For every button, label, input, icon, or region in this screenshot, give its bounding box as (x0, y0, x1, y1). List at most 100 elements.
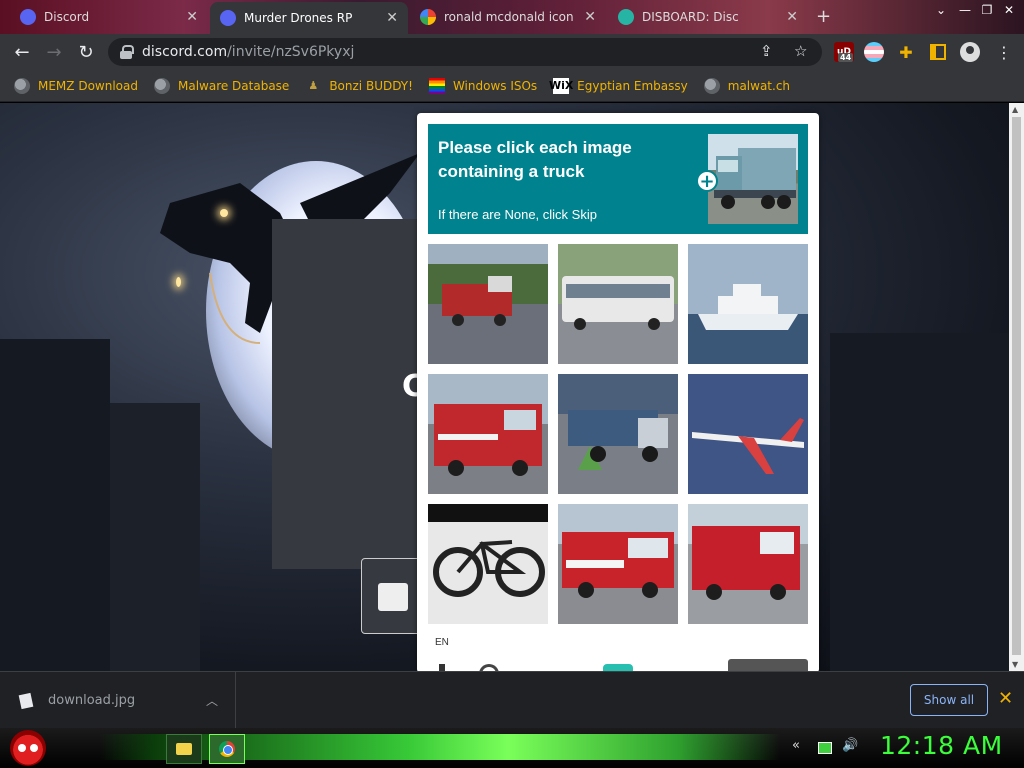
refresh-icon[interactable] (479, 664, 499, 671)
bookmark-windows-isos[interactable]: Windows ISOs (428, 77, 538, 94)
captcha-tile-fire-truck[interactable] (688, 504, 808, 624)
captcha-example-image (708, 134, 798, 224)
url-text[interactable]: discord.com/invite/nzSv6Pkyxj (142, 44, 354, 60)
bookmarks-bar: MEMZ Download Malware Database ♟ Bonzi B… (0, 70, 1024, 102)
info-icon[interactable] (439, 664, 445, 671)
close-icon[interactable]: ✕ (998, 688, 1013, 709)
new-tab-button[interactable]: + (816, 6, 831, 27)
skip-button[interactable] (728, 659, 808, 671)
page-scrollbar[interactable]: ▲ ▼ (1009, 103, 1024, 671)
truck-example-image (714, 148, 796, 209)
close-window-icon[interactable]: ✕ (998, 2, 1020, 18)
google-icon (420, 9, 436, 25)
bookmark-memz-download[interactable]: MEMZ Download (14, 77, 138, 94)
building-silhouette (830, 333, 1010, 671)
chevron-up-icon[interactable]: ︿ (206, 692, 218, 709)
ship-image (688, 244, 808, 364)
volume-icon[interactable]: 🔊 (842, 738, 858, 753)
tab-search-icon[interactable]: ⌄ (930, 2, 952, 18)
captcha-prompt: Please click each image containing a tru… (428, 124, 808, 234)
reload-icon[interactable]: ↻ (74, 40, 98, 64)
tab-close-icon[interactable]: ✕ (584, 9, 596, 25)
captcha-hint: If there are None, click Skip (438, 207, 597, 222)
bookmark-label: malwat.ch (727, 78, 791, 93)
language-selector[interactable]: EN (435, 637, 449, 648)
side-panel-icon[interactable] (930, 44, 946, 60)
bicycle-image (428, 504, 548, 624)
tab-title: DISBOARD: Disc (642, 10, 739, 24)
trans-flag-icon[interactable] (864, 42, 884, 62)
discord-invite-card: C (272, 219, 432, 634)
tab-close-icon[interactable]: ✕ (386, 10, 398, 26)
tray-arrow-icon[interactable]: « (792, 738, 800, 753)
file-explorer-button[interactable] (166, 734, 202, 764)
tab-murder-drones-rp[interactable]: Murder Drones RP ✕ (210, 2, 408, 34)
globe-icon (703, 77, 720, 94)
light-orb (220, 209, 228, 217)
download-item[interactable]: download.jpg ︿ (0, 672, 236, 729)
bookmark-egyptian-embassy[interactable]: WiX Egyptian Embassy (549, 77, 688, 94)
download-bar: download.jpg ︿ Show all ✕ (0, 671, 1024, 729)
forward-arrow-icon[interactable]: → (42, 40, 66, 64)
address-bar[interactable]: discord.com/invite/nzSv6Pkyxj ⇪ ☆ (108, 38, 822, 66)
scrollbar-thumb[interactable] (1012, 117, 1021, 655)
captcha-title: Please click each image containing a tru… (438, 138, 632, 181)
screen: Discord ✕ Murder Drones RP ✕ ronald mcdo… (0, 0, 1024, 768)
tab-discord[interactable]: Discord ✕ (10, 2, 208, 32)
tab-disboard[interactable]: DISBOARD: Disc ✕ (608, 2, 808, 32)
captcha-tile-fire-truck[interactable] (428, 244, 548, 364)
bookmark-label: Malware Database (177, 78, 290, 93)
disboard-icon (618, 9, 634, 25)
rainbow-flag-icon (428, 77, 445, 94)
captcha-tile-truck[interactable] (558, 374, 678, 494)
fire-truck-image (428, 244, 548, 364)
page-viewport: C ▲ ▼ Please click each image containing… (0, 103, 1024, 671)
captcha-tile-fire-truck[interactable] (558, 504, 678, 624)
download-file-name: download.jpg (48, 693, 136, 708)
bookmark-malwatch[interactable]: malwat.ch (703, 77, 791, 94)
captcha-tile-bus[interactable] (558, 244, 678, 364)
menu-dots-icon[interactable]: ⋮ (994, 42, 1014, 62)
restore-icon[interactable]: ❐ (976, 2, 998, 18)
tab-title: Discord (44, 10, 90, 24)
tab-close-icon[interactable]: ✕ (786, 9, 798, 25)
bookmark-label: Windows ISOs (452, 78, 538, 93)
fire-truck-image (428, 374, 548, 494)
show-all-button[interactable]: Show all (910, 684, 988, 716)
network-icon[interactable] (818, 742, 832, 754)
scroll-up-arrow-icon[interactable]: ▲ (1012, 105, 1018, 114)
back-arrow-icon[interactable]: ← (10, 40, 34, 64)
fire-truck-image (558, 504, 678, 624)
expand-example-icon[interactable]: + (696, 170, 718, 192)
file-icon (18, 692, 34, 709)
captcha-tile-bicycle[interactable] (428, 504, 548, 624)
card-button[interactable] (361, 558, 421, 634)
airplane-image (688, 374, 808, 494)
url-domain: discord.com (142, 44, 228, 60)
captcha-tile-airplane[interactable] (688, 374, 808, 494)
captcha-tile-fire-truck[interactable] (428, 374, 548, 494)
lock-icon[interactable] (120, 45, 134, 59)
bookmark-label: MEMZ Download (38, 78, 138, 93)
bookmark-malware-database[interactable]: Malware Database (153, 77, 290, 94)
tab-google-search[interactable]: ronald mcdonald icon ✕ (410, 2, 606, 32)
extensions-puzzle-icon[interactable]: ✚ (896, 42, 916, 62)
minimize-icon[interactable]: — (954, 2, 976, 18)
bus-image (558, 244, 678, 364)
tab-close-icon[interactable]: ✕ (186, 9, 198, 25)
start-button-angry-bird-icon[interactable] (10, 730, 46, 766)
ublock-origin-icon[interactable]: uD 44 (834, 42, 854, 62)
taskbar-clock[interactable]: 12:18 AM (880, 731, 1003, 760)
star-icon[interactable]: ☆ (794, 42, 807, 60)
captcha-tile-ship[interactable] (688, 244, 808, 364)
tab-title: ronald mcdonald icon (444, 10, 574, 24)
truck-image (558, 374, 678, 494)
folder-icon (176, 743, 192, 755)
scroll-down-arrow-icon[interactable]: ▼ (1012, 660, 1018, 669)
share-icon[interactable]: ⇪ (760, 42, 773, 60)
profile-avatar-icon[interactable] (960, 42, 980, 62)
chrome-taskbar-button[interactable] (209, 734, 245, 764)
tab-title: Murder Drones RP (244, 11, 353, 25)
bookmark-bonzi-buddy[interactable]: ♟ Bonzi BUDDY! (305, 78, 413, 94)
url-path: /invite/nzSv6Pkyxj (227, 44, 355, 60)
